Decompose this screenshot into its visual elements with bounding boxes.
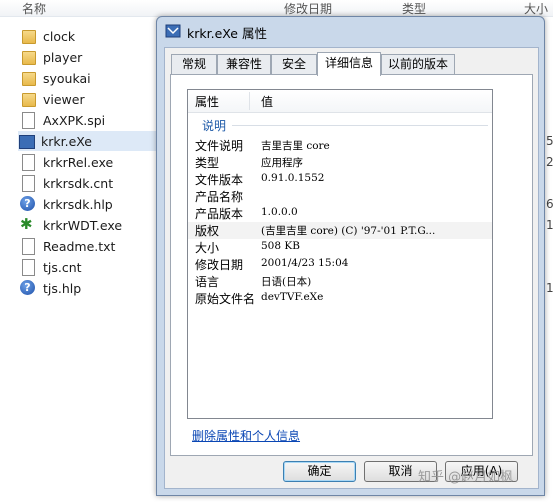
group-divider: [232, 125, 488, 126]
tab-general[interactable]: 常规: [171, 54, 217, 74]
file-row-krkrrel[interactable]: krkrRel.exe: [20, 152, 160, 172]
property-row[interactable]: 原始文件名 devTVF.eXe: [188, 290, 492, 307]
tab-security[interactable]: 安全: [271, 54, 317, 74]
property-value: (吉里吉里 core) (C) '97-'01 P.T.G...: [261, 225, 436, 237]
column-type[interactable]: 类型: [402, 0, 426, 17]
file-name: AxXPK.spi: [43, 112, 106, 128]
file-row-viewer[interactable]: viewer: [20, 89, 160, 109]
file-name: krkrsdk.cnt: [43, 175, 114, 191]
property-list-header: 属性 值: [188, 90, 492, 113]
group-description-label: 说明: [202, 119, 227, 133]
gear-icon: [20, 215, 36, 233]
property-row[interactable]: 文件版本 0.91.0.1552: [188, 171, 492, 188]
tab-details[interactable]: 详细信息: [317, 52, 381, 76]
help-icon: [20, 196, 36, 212]
column-modified[interactable]: 修改日期: [284, 0, 332, 17]
remove-properties-link[interactable]: 删除属性和个人信息: [192, 427, 300, 444]
property-value: devTVF.eXe: [261, 291, 324, 303]
file-name: krkrWDT.exe: [43, 217, 123, 233]
header-property[interactable]: 属性: [195, 93, 219, 110]
column-name[interactable]: 名称: [22, 0, 46, 17]
property-row[interactable]: 语言 日语(日本): [188, 273, 492, 290]
dialog-client: 常规 兼容性 安全 详细信息 以前的版本 属性 值 说明 文件说明 吉里吉里 c…: [164, 47, 539, 489]
file-row-krkrwdt[interactable]: krkrWDT.exe: [20, 215, 160, 235]
property-name: 产品版本: [195, 207, 244, 221]
property-value: 2001/4/23 15:04: [261, 257, 349, 269]
folder-icon: [20, 91, 36, 107]
tab-previous-versions[interactable]: 以前的版本: [381, 54, 455, 74]
help-icon: [20, 280, 36, 296]
file-name: player: [43, 49, 83, 65]
properties-dialog: krkr.eXe 属性 常规 兼容性 安全 详细信息 以前的版本 属性 值 说明…: [156, 16, 545, 496]
property-row[interactable]: 产品版本 1.0.0.0: [188, 205, 492, 222]
file-row-player[interactable]: player: [20, 47, 160, 67]
file-row-krkr[interactable]: krkr.eXe: [18, 131, 160, 151]
property-value: 1.0.0.0: [261, 206, 298, 218]
size-value: 5: [546, 134, 553, 148]
folder-icon: [20, 70, 36, 86]
file-name: tjs.hlp: [43, 280, 82, 296]
header-divider[interactable]: [249, 92, 250, 110]
file-name: krkrRel.exe: [43, 154, 114, 170]
property-row[interactable]: 大小 508 KB: [188, 239, 492, 256]
file-row-axxpk[interactable]: AxXPK.spi: [20, 110, 160, 130]
property-value: 508 KB: [261, 240, 300, 252]
folder-icon: [20, 28, 36, 44]
folder-icon: [20, 49, 36, 65]
file-name: krkrsdk.hlp: [43, 196, 113, 212]
property-name: 文件说明: [195, 139, 244, 153]
document-icon: [20, 175, 36, 192]
property-list[interactable]: 属性 值 说明 文件说明 吉里吉里 core 类型 应用程序 文件版本 0.91…: [187, 89, 493, 419]
property-name: 文件版本: [195, 173, 244, 187]
ok-button[interactable]: 确定: [283, 461, 356, 482]
application-icon: [165, 24, 181, 38]
size-value: 1: [546, 218, 553, 232]
file-row-krkrsdk-cnt[interactable]: krkrsdk.cnt: [20, 173, 160, 193]
document-icon: [20, 112, 36, 129]
details-panel: 属性 值 说明 文件说明 吉里吉里 core 类型 应用程序 文件版本 0.91…: [170, 74, 533, 456]
file-row-readme[interactable]: Readme.txt: [20, 236, 160, 256]
tab-compatibility[interactable]: 兼容性: [217, 54, 271, 74]
property-value: 日语(日本): [261, 276, 312, 288]
column-size[interactable]: 大小: [524, 0, 548, 17]
file-row-tjs-hlp[interactable]: tjs.hlp: [20, 278, 160, 298]
property-value: 应用程序: [261, 157, 303, 169]
property-row[interactable]: 版权 (吉里吉里 core) (C) '97-'01 P.T.G...: [188, 222, 492, 239]
file-name: clock: [43, 28, 76, 44]
property-name: 类型: [195, 156, 220, 170]
document-icon: [20, 154, 36, 171]
file-name: viewer: [43, 91, 85, 107]
file-name: syoukai: [43, 70, 91, 86]
property-row[interactable]: 修改日期 2001/4/23 15:04: [188, 256, 492, 273]
size-value: 1: [546, 281, 553, 295]
property-name: 大小: [195, 241, 220, 255]
property-value: 吉里吉里 core: [261, 140, 330, 152]
dialog-title: krkr.eXe 属性: [187, 26, 267, 41]
dialog-titlebar[interactable]: krkr.eXe 属性: [157, 17, 544, 45]
property-row[interactable]: 产品名称: [188, 188, 492, 205]
size-value: 6: [546, 197, 553, 211]
property-name: 产品名称: [195, 190, 244, 204]
property-name: 语言: [195, 275, 220, 289]
watermark: 知乎 @赵月如枫: [418, 470, 514, 485]
file-row-syoukai[interactable]: syoukai: [20, 68, 160, 88]
application-icon: [18, 133, 35, 149]
column-header: 名称 修改日期 类型 大小: [0, 0, 553, 17]
property-name: 版权: [195, 224, 220, 238]
header-value[interactable]: 值: [261, 93, 273, 110]
property-row[interactable]: 文件说明 吉里吉里 core: [188, 137, 492, 154]
property-row[interactable]: 类型 应用程序: [188, 154, 492, 171]
size-value: 2: [546, 155, 553, 169]
property-name: 原始文件名: [195, 292, 256, 306]
file-row-clock[interactable]: clock: [20, 26, 160, 46]
document-icon: [20, 238, 36, 255]
file-name: Readme.txt: [43, 238, 116, 254]
file-row-tjs-cnt[interactable]: tjs.cnt: [20, 257, 160, 277]
document-icon: [20, 259, 36, 276]
property-value: 0.91.0.1552: [261, 172, 325, 184]
file-row-krkrsdk-hlp[interactable]: krkrsdk.hlp: [20, 194, 160, 214]
property-name: 修改日期: [195, 258, 244, 272]
file-name: krkr.eXe: [41, 133, 92, 149]
file-name: tjs.cnt: [43, 259, 82, 275]
